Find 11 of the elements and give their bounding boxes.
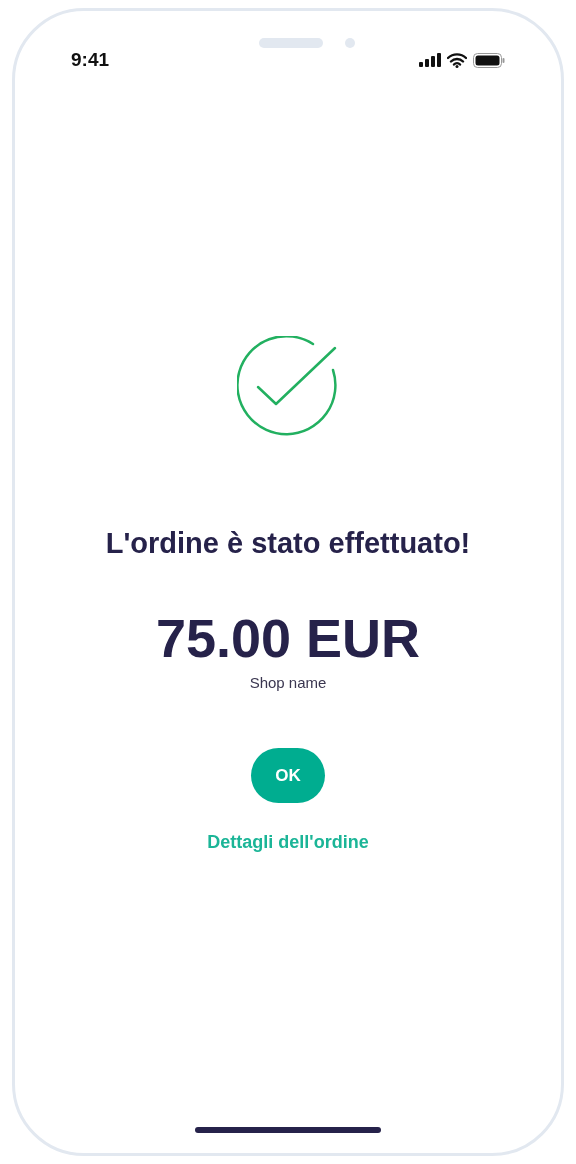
speaker-grille (259, 38, 323, 48)
wifi-icon (447, 52, 467, 68)
order-details-link[interactable]: Dettagli dell'ordine (207, 829, 369, 856)
confirmation-title: L'ordine è stato effettuato! (105, 526, 471, 561)
battery-icon (473, 52, 505, 68)
ok-button[interactable]: OK (251, 748, 325, 803)
status-time: 9:41 (71, 47, 110, 72)
shop-name: Shop name (249, 672, 327, 693)
amount-text: 75.00 EUR (155, 607, 421, 668)
signal-icon (419, 53, 441, 67)
success-check-icon (237, 336, 339, 438)
